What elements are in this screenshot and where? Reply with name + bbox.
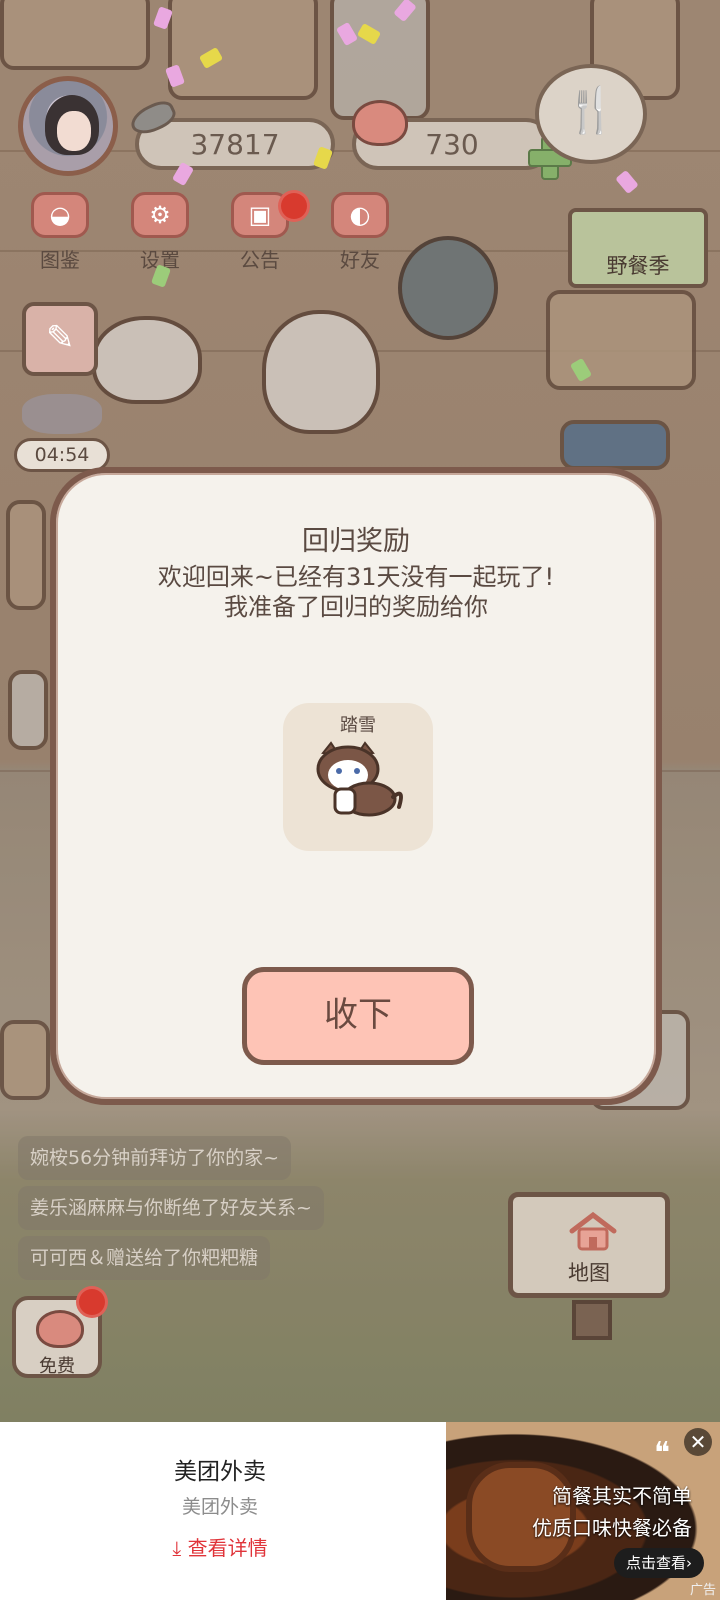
guide-label: 图鉴 <box>40 248 80 272</box>
return-reward-dialog: 回归奖励 欢迎回来~已经有31天没有一起玩了! 我准备了回归的奖励给你 踏雪 收… <box>50 467 662 1105</box>
ad-cta-button[interactable]: 点击查看› <box>614 1548 704 1578</box>
friends-icon: ◐ <box>331 192 389 238</box>
sign-post <box>572 1300 612 1340</box>
friends-button[interactable]: ◐ 好友 <box>318 192 402 276</box>
dialog-title: 回归奖励 <box>302 526 410 557</box>
heart-icon <box>352 100 408 146</box>
reward-card: 踏雪 <box>283 703 433 851</box>
notice-label: 公告 <box>240 248 280 272</box>
map-button[interactable]: 地图 <box>508 1192 670 1298</box>
house-icon <box>569 1211 617 1251</box>
ad-details-link[interactable]: ⤓ 查看详情 <box>0 1532 440 1561</box>
quote-mark-icon: ❝ <box>654 1436 671 1471</box>
ad-food-image[interactable]: ❝ 简餐其实不简单 优质口味快餐必备 点击查看› ✕ 广告 <box>446 1422 720 1600</box>
download-arrow-icon: ⤓ <box>172 1536 188 1560</box>
heart-amount: 730 <box>425 127 479 161</box>
ad-slogan-line2: 优质口味快餐必备 <box>532 1516 692 1540</box>
feed-message: 婉桉56分钟前拜访了你的家~ <box>18 1136 292 1180</box>
mouse-head-icon <box>22 394 102 434</box>
dialog-message-line2: 我准备了回归的奖励给你 <box>224 593 488 621</box>
ad-label: 广告 <box>689 1583 716 1598</box>
reward-cat-icon <box>316 741 403 817</box>
free-notification-dot <box>76 1286 108 1318</box>
heart-icon <box>36 1310 84 1348</box>
fork-knife-icon: 🍴 <box>563 85 619 136</box>
coin-amount: 37817 <box>190 127 280 161</box>
settings-button[interactable]: ⚙ 设置 <box>118 192 202 276</box>
friends-label: 好友 <box>340 248 380 272</box>
ad-title: 美团外卖 <box>174 1459 266 1485</box>
gear-icon: ⚙ <box>131 192 189 238</box>
ad-details-label: 查看详情 <box>187 1536 268 1560</box>
feed-message: 可可西＆赠送给了你粑粑糖 <box>18 1236 271 1280</box>
cat-head-icon: ◒ <box>31 192 89 238</box>
food-bubble[interactable]: 🍴 <box>535 64 647 164</box>
feed-message: 姜乐涵麻麻与你断绝了好友关系~ <box>18 1186 324 1230</box>
free-label: 免费 <box>39 1356 75 1377</box>
picnic-season-sign[interactable]: 野餐季 <box>568 208 708 288</box>
ad-slogan-line1: 简餐其实不简单 <box>552 1484 692 1508</box>
notice-notification-dot <box>278 190 310 222</box>
picnic-season-label: 野餐季 <box>606 254 670 278</box>
mouse-timer[interactable]: 04:54 <box>14 394 110 476</box>
map-label: 地图 <box>568 1261 610 1285</box>
ad-banner[interactable]: 美团外卖 美团外卖 ⤓ 查看详情 ❝ 简餐其实不简单 优质口味快餐必备 点击查看… <box>0 1422 720 1600</box>
reward-name: 踏雪 <box>340 715 376 736</box>
avatar-face <box>57 111 91 151</box>
close-icon[interactable]: ✕ <box>684 1428 712 1456</box>
accept-reward-button[interactable]: 收下 <box>242 967 474 1065</box>
calendar-icon[interactable] <box>22 302 98 376</box>
player-avatar[interactable] <box>18 76 118 176</box>
ad-subtitle: 美团外卖 <box>181 1496 258 1518</box>
guide-button[interactable]: ◒ 图鉴 <box>18 192 102 276</box>
